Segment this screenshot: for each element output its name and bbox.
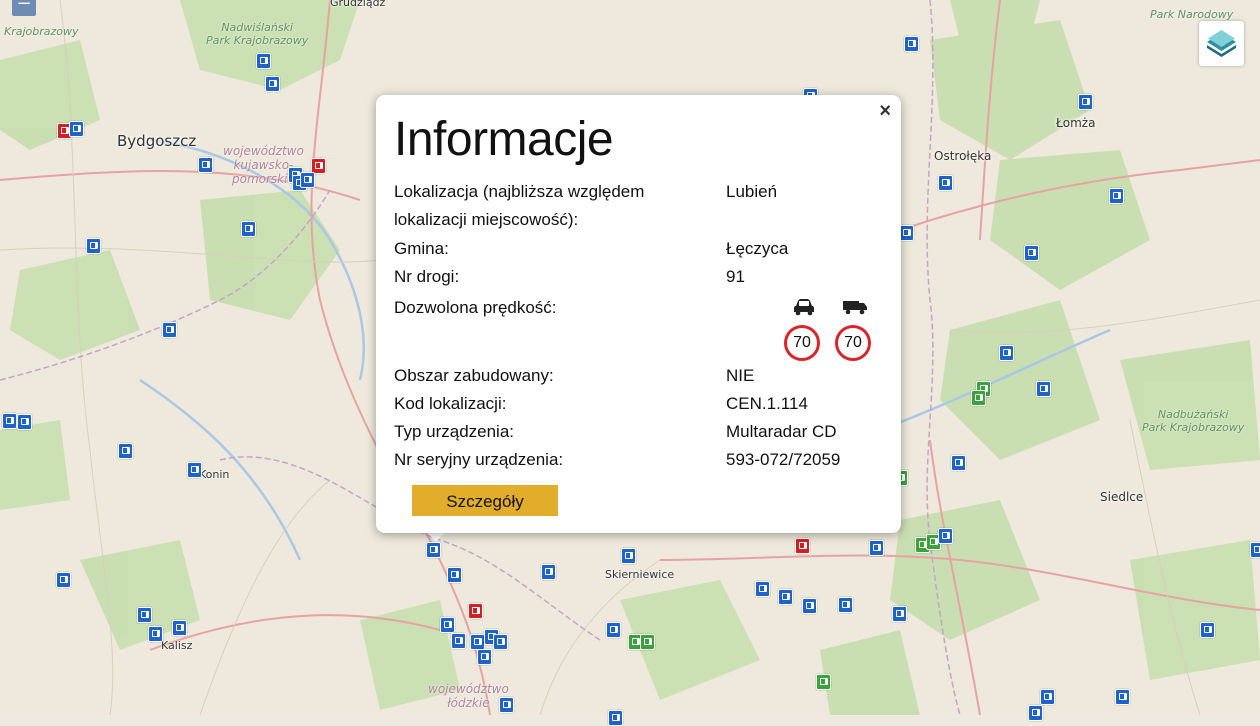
built-up-area-value: NIE [726,366,755,385]
speed-camera-marker[interactable] [1109,188,1124,204]
close-button[interactable]: × [879,101,891,121]
speed-limit-label: Dozwolona prędkość: [394,298,557,317]
location-code-value: CEN.1.114 [726,394,808,413]
speed-camera-marker[interactable] [493,634,508,650]
speed-camera-marker[interactable] [198,157,213,173]
park-label-nadbuzanski: Nadbużański Park Krajobrazowy [1142,408,1245,434]
speed-camera-marker[interactable] [778,589,793,605]
speed-camera-marker[interactable] [606,622,621,638]
speed-camera-marker[interactable] [971,390,986,406]
gmina-value: Łęczyca [726,239,789,258]
layers-icon [1207,30,1236,57]
speed-camera-marker[interactable] [899,225,914,241]
built-up-area-label: Obszar zabudowany: [394,366,554,385]
speed-camera-marker[interactable] [56,572,71,588]
serial-number-value: 593-072/72059 [726,450,841,469]
serial-number-label: Nr seryjny urządzenia: [394,450,564,469]
popup-title: Informacje [394,113,614,166]
zoom-out-button[interactable]: − [12,0,36,16]
device-type-label: Typ urządzenia: [394,422,515,441]
city-label-lomza: Łomża [1056,116,1096,130]
speed-camera-marker[interactable] [451,633,466,649]
device-type-value: Multaradar CD [726,422,837,441]
speed-camera-marker[interactable] [1115,689,1130,705]
details-button[interactable]: Szczegóły [412,485,558,516]
truck-icon [843,301,867,315]
location-value: Lubień [726,182,778,201]
speed-camera-marker[interactable] [541,564,556,580]
road-number-value: 91 [726,267,745,286]
city-label-kalisz: Kalisz [161,639,193,652]
park-label-krajobrazowy: Krajobrazowy [4,25,79,38]
speed-camera-marker[interactable] [904,36,919,52]
speed-camera-marker[interactable] [148,626,163,642]
speed-camera-marker[interactable] [468,603,483,619]
speed-camera-marker[interactable] [1036,381,1051,397]
city-label-konin: Konin [199,468,230,481]
speed-camera-marker[interactable] [999,345,1014,361]
speed-camera-marker[interactable] [265,76,280,92]
speed-camera-marker[interactable] [1250,542,1260,558]
speed-camera-marker[interactable] [1028,705,1043,721]
speed-camera-marker[interactable] [892,606,907,622]
location-code-label: Kod lokalizacji: [394,394,507,413]
speed-camera-marker[interactable] [256,53,271,69]
park-label-nadwislanski: Nadwiślański Park Krajobrazowy [206,21,309,47]
speed-camera-marker[interactable] [470,634,485,650]
speed-camera-marker[interactable] [300,172,315,188]
speed-camera-marker[interactable] [938,175,953,191]
speed-camera-marker[interactable] [477,649,492,665]
speed-camera-marker[interactable] [938,528,953,544]
speed-camera-marker[interactable] [162,322,177,338]
city-label-siedlce: Siedlce [1100,490,1144,504]
speed-camera-marker[interactable] [755,581,770,597]
speed-camera-marker[interactable] [241,221,256,237]
city-label-grudziadz: Grudziądz [330,0,386,9]
speed-camera-marker[interactable] [621,548,636,564]
location-label: Lokalizacja (najbliższa względem lokaliz… [394,182,645,229]
info-popup: × Informacje Lokalizacja (najbliższa wzg… [376,95,901,533]
speed-camera-marker[interactable] [608,710,623,726]
city-label-skierniewice: Skierniewice [605,568,675,581]
speed-camera-marker[interactable] [1040,689,1055,705]
speed-camera-marker[interactable] [69,121,84,137]
truck-speed-sign: 70 [835,325,871,361]
speed-camera-marker[interactable] [838,597,853,613]
speed-camera-marker[interactable] [17,414,32,430]
speed-camera-marker[interactable] [640,634,655,650]
gmina-label: Gmina: [394,239,449,258]
layers-button[interactable] [1199,21,1244,66]
road-number-label: Nr drogi: [394,267,460,286]
car-speed-sign: 70 [784,325,820,361]
speed-camera-marker[interactable] [137,607,152,623]
city-label-ostroleka: Ostrołęka [934,149,992,163]
city-label-bydgoszcz: Bydgoszcz [117,132,197,150]
speed-camera-marker[interactable] [187,462,202,478]
speed-camera-marker[interactable] [869,540,884,556]
speed-camera-marker[interactable] [951,455,966,471]
park-label-narodowy: Park Narodowy [1150,8,1234,21]
region-label-lodzkie: województwo łódzkie [428,682,509,710]
speed-camera-marker[interactable] [118,443,133,459]
speed-camera-marker[interactable] [1078,94,1093,110]
speed-camera-marker[interactable] [816,674,831,690]
speed-camera-marker[interactable] [86,238,101,254]
speed-camera-marker[interactable] [426,542,441,558]
speed-camera-marker[interactable] [1024,245,1039,261]
speed-camera-marker[interactable] [1200,622,1215,638]
speed-camera-marker[interactable] [440,617,455,633]
speed-camera-marker[interactable] [447,567,462,583]
speed-camera-marker[interactable] [499,697,514,713]
speed-camera-marker[interactable] [802,598,817,614]
speed-camera-marker[interactable] [2,413,17,429]
car-icon [794,299,814,316]
speed-camera-marker[interactable] [172,620,187,636]
speed-camera-marker[interactable] [795,538,810,554]
